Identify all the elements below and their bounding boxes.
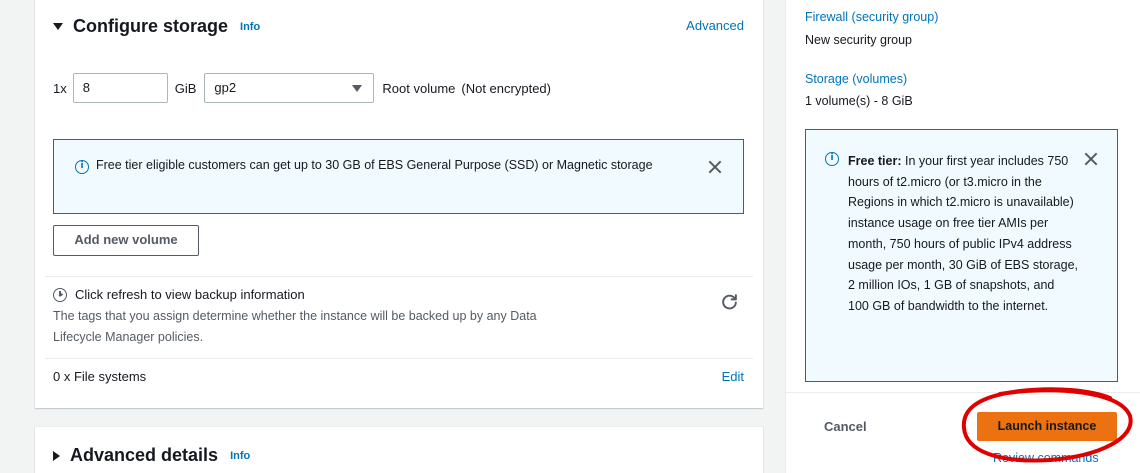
- cancel-button[interactable]: Cancel: [824, 419, 867, 434]
- info-icon: i: [75, 160, 89, 174]
- advanced-details-header[interactable]: Advanced details Info: [53, 445, 250, 466]
- volume-type-value: gp2: [214, 80, 237, 95]
- section-title: Advanced details: [70, 445, 219, 465]
- info-link[interactable]: Info: [240, 21, 260, 33]
- close-icon[interactable]: [707, 159, 723, 175]
- advanced-details-panel: Advanced details Info: [35, 427, 763, 473]
- add-new-volume-button[interactable]: Add new volume: [53, 225, 199, 256]
- storage-summary-value: 1 volume(s) - 8 GiB: [805, 94, 913, 108]
- file-systems-label: 0 x File systems: [53, 369, 147, 384]
- encryption-status: (Not encrypted): [461, 80, 551, 96]
- volume-row: 1x 8 GiB gp2 Root volume (Not encrypted): [53, 73, 551, 103]
- info-link[interactable]: Info: [230, 450, 250, 462]
- backup-info-title: Click refresh to view backup information: [75, 287, 305, 302]
- free-tier-message: Free tier: In your first year includes 7…: [848, 151, 1078, 317]
- launch-instance-page: Configure storage Info Advanced 1x 8 GiB…: [0, 0, 1140, 473]
- root-volume-label: Root volume: [382, 80, 456, 96]
- section-title: Configure storage: [73, 16, 229, 36]
- configure-storage-panel: Configure storage Info Advanced 1x 8 GiB…: [35, 0, 763, 408]
- close-icon[interactable]: [1083, 151, 1099, 167]
- info-icon: i: [825, 152, 839, 166]
- backup-description: The tags that you assign determine wheth…: [53, 309, 537, 344]
- summary-panel: Firewall (security group) New security g…: [785, 0, 1140, 473]
- review-commands-link[interactable]: Review commands: [993, 451, 1099, 465]
- caret-down-icon: [352, 85, 363, 92]
- edit-file-systems-link[interactable]: Edit: [722, 369, 744, 384]
- configure-storage-header[interactable]: Configure storage Info: [53, 16, 260, 37]
- free-tier-storage-alert: i Free tier eligible customers can get u…: [53, 139, 744, 214]
- storage-summary-link[interactable]: Storage (volumes): [805, 72, 907, 86]
- summary-footer: Cancel Launch instance Review commands: [786, 392, 1140, 473]
- caret-down-icon[interactable]: [53, 23, 63, 30]
- launch-instance-button[interactable]: Launch instance: [977, 412, 1117, 441]
- free-tier-bold-label: Free tier:: [848, 154, 902, 168]
- firewall-summary-value: New security group: [805, 33, 912, 47]
- volume-size-input[interactable]: 8: [72, 73, 168, 103]
- firewall-summary-link[interactable]: Firewall (security group): [805, 10, 938, 24]
- alert-message: Free tier eligible customers can get up …: [96, 158, 653, 172]
- free-tier-body: In your first year includes 750 hours of…: [848, 154, 1078, 313]
- caret-right-icon[interactable]: [53, 450, 60, 461]
- volume-type-select[interactable]: gp2: [204, 73, 375, 103]
- advanced-link[interactable]: Advanced: [686, 18, 744, 33]
- clock-icon: [53, 287, 67, 302]
- refresh-icon[interactable]: [721, 293, 738, 310]
- volume-unit-label: GiB: [174, 80, 197, 96]
- main-column: Configure storage Info Advanced 1x 8 GiB…: [0, 0, 784, 473]
- backup-info-line: Click refresh to view backup information: [53, 287, 305, 302]
- volume-count-label: 1x: [53, 80, 67, 96]
- divider: [45, 358, 753, 359]
- divider: [45, 276, 753, 277]
- free-tier-info-alert: i Free tier: In your first year includes…: [805, 129, 1118, 382]
